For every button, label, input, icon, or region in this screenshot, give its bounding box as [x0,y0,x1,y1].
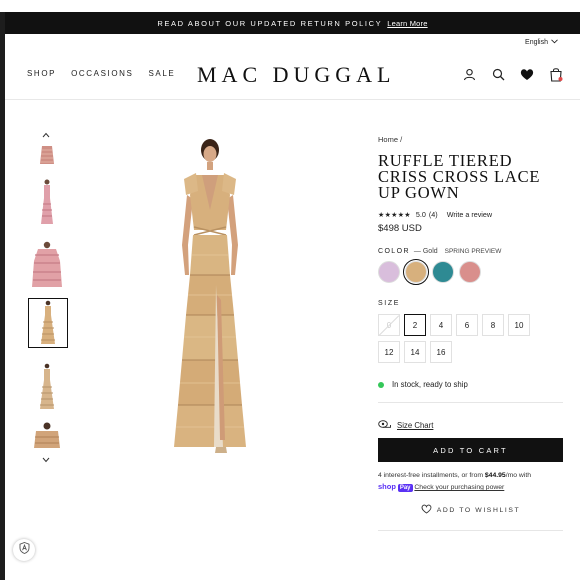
header-icons [461,66,564,82]
language-selector[interactable]: English [525,39,558,46]
write-review-link[interactable]: Write a review [447,210,492,219]
selected-color: — Gold [413,248,438,255]
size-option-4[interactable]: 4 [430,314,452,336]
size-options: 0 2 4 6 8 10 12 14 16 [378,314,538,363]
shop-pay-logo-shop: shop [378,482,396,491]
swatch-lilac[interactable] [378,261,400,283]
size-label: SIZE [378,300,400,307]
window-edge [0,0,5,580]
main-product-image[interactable] [160,135,260,465]
add-to-wishlist-button[interactable]: ADD TO WISHLIST [378,504,563,516]
size-chart-link[interactable]: Size Chart [378,420,563,431]
add-to-cart-button[interactable]: ADD TO CART [378,438,563,462]
size-option-10[interactable]: 10 [508,314,530,336]
stock-text: In stock, ready to ship [392,380,468,389]
thumbnail-3[interactable] [28,239,66,287]
color-collection: SPRING PREVIEW [444,248,502,255]
wishlist-label: ADD TO WISHLIST [436,506,521,514]
thumbnail-6[interactable] [28,420,66,448]
thumbnail-2[interactable] [28,178,66,226]
size-chart-label: Size Chart [397,421,434,430]
thumbnail-4-active[interactable] [28,298,68,348]
thumbnail-1[interactable] [28,145,66,165]
cart-bag-icon[interactable] [548,66,564,82]
rating-row: ★★★★★ 5.0 (4) Write a review [378,210,563,219]
check-purchasing-power-link[interactable]: Check your purchasing power [414,484,504,491]
heart-outline-icon [421,504,432,516]
color-label-row: COLOR — Gold SPRING PREVIEW [378,248,563,255]
size-option-8[interactable]: 8 [482,314,504,336]
product-info: Home / RUFFLE TIERED CRISS CROSS LACE UP… [378,135,563,531]
installments-text: 4 interest-free installments, or from [378,472,484,479]
size-option-14[interactable]: 14 [404,341,426,363]
size-option-6[interactable]: 6 [456,314,478,336]
brand-logo[interactable]: MAC DUGGAL [197,62,396,88]
learn-more-link[interactable]: Learn More [387,19,427,28]
shop-pay-logo-pay: Pay [397,484,413,492]
product-title: RUFFLE TIERED CRISS CROSS LACE UP GOWN [378,151,541,202]
heart-icon[interactable] [519,66,535,82]
installments-amount: $44.95 [484,472,506,479]
accessibility-shield-icon [19,541,30,559]
installments-suffix: /mo with [505,472,532,479]
price: $498 USD [378,223,422,234]
main-nav: SHOP OCCASIONS SALE [27,69,175,78]
language-label: English [525,39,548,46]
nav-item-shop[interactable]: SHOP [27,69,56,78]
search-icon[interactable] [490,66,506,82]
user-icon[interactable] [461,66,477,82]
thumb-up-chevron-icon[interactable] [42,130,50,140]
header-divider [5,99,580,100]
breadcrumb[interactable]: Home / [378,135,563,144]
divider [378,402,563,403]
chevron-down-icon [551,39,558,46]
divider-bottom [378,530,563,531]
installments-info: 4 interest-free installments, or from $4… [378,470,563,493]
announcement-text: READ ABOUT OUR UPDATED RETURN POLICY [157,18,383,28]
swatch-gold[interactable] [403,259,429,285]
nav-item-sale[interactable]: SALE [149,69,176,78]
thumbnail-5[interactable] [28,362,66,410]
in-stock-dot-icon [378,381,384,388]
nav-item-occasions[interactable]: OCCASIONS [71,69,133,78]
accessibility-badge[interactable] [13,539,35,561]
measuring-tape-icon [378,420,391,431]
window-top [0,0,580,12]
size-option-12[interactable]: 12 [378,341,400,363]
color-swatches [378,259,563,285]
stock-status: In stock, ready to ship [378,380,563,389]
rating-stars: ★★★★★ [378,211,411,219]
size-option-0[interactable]: 0 [378,314,400,336]
rating-value: 5.0 [415,210,426,219]
review-count[interactable]: (4) [429,210,438,219]
swatch-teal[interactable] [432,261,454,283]
announcement-bar: READ ABOUT OUR UPDATED RETURN POLICY Lea… [5,12,580,34]
color-label: COLOR [378,248,410,255]
thumb-down-chevron-icon[interactable] [42,455,50,465]
size-option-16[interactable]: 16 [430,341,452,363]
swatch-rose[interactable] [459,261,481,283]
size-option-2[interactable]: 2 [404,314,426,336]
